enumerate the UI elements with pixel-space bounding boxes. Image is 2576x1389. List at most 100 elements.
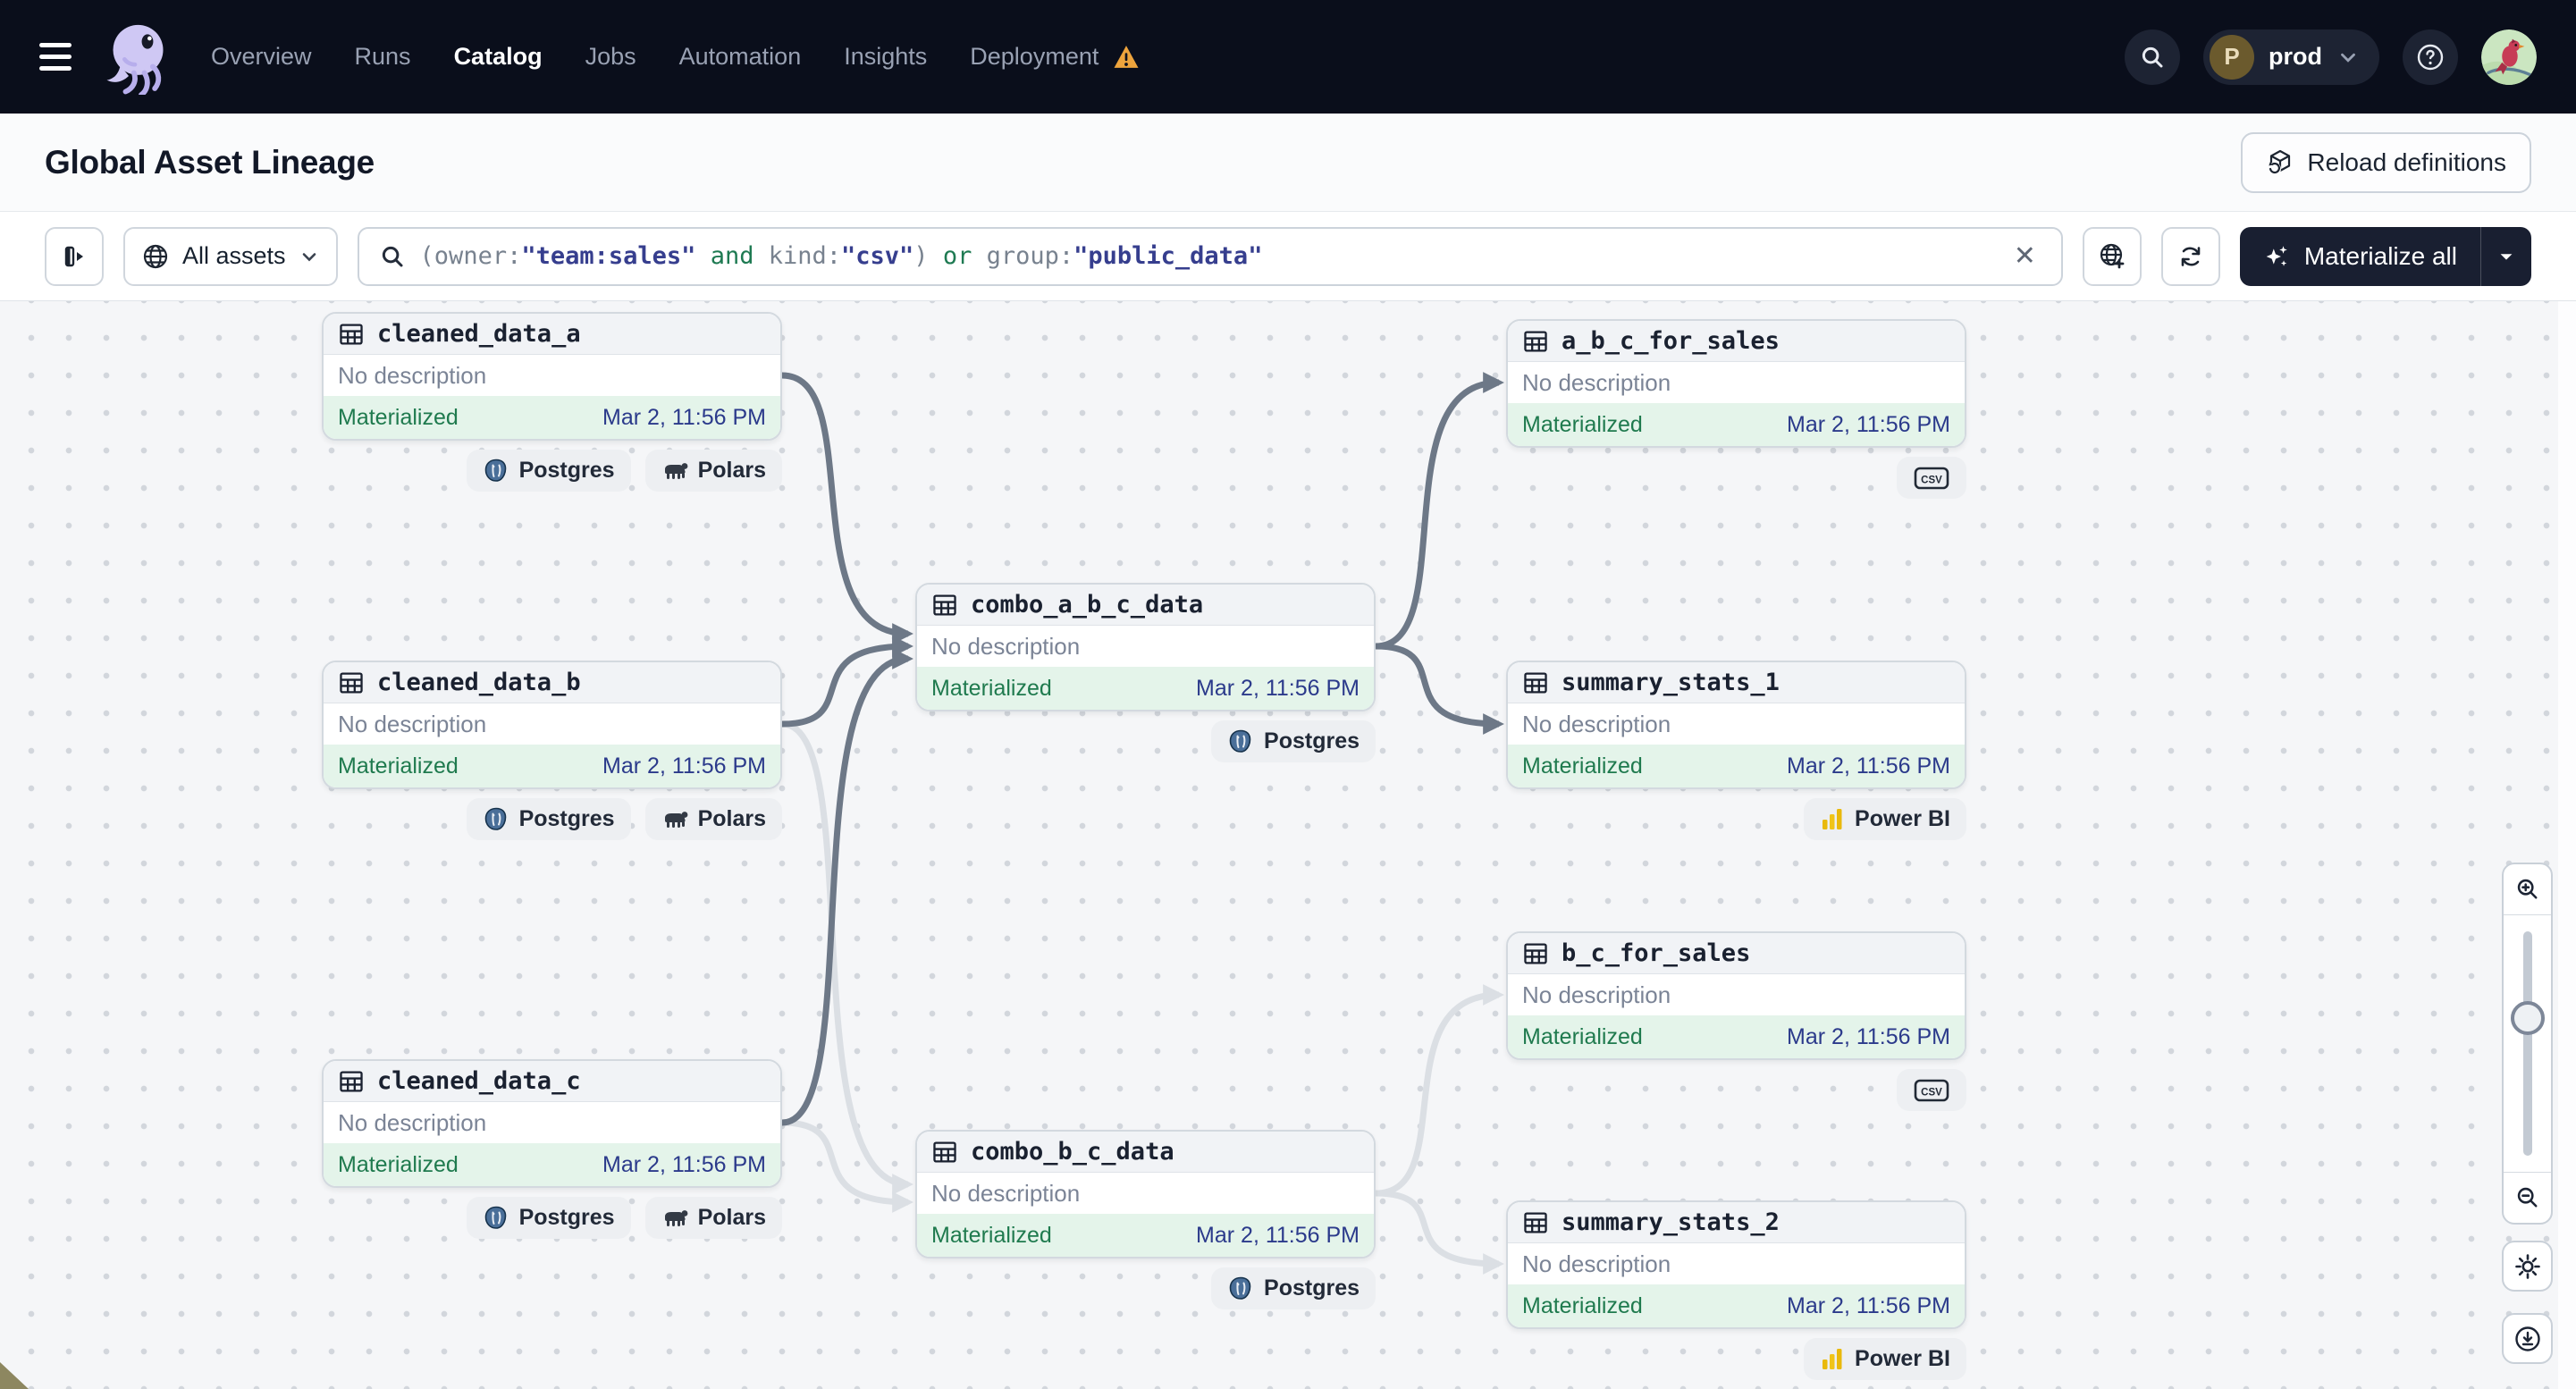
asset-node[interactable]: cleaned_data_a No description Materializ… [322,312,782,441]
asset-status-bar: Materialized Mar 2, 11:56 PM [324,1143,780,1186]
nav-link[interactable]: Insights [844,43,927,71]
refresh-icon [2181,246,2201,266]
toggle-sidebar-button[interactable] [45,226,104,286]
asset-node[interactable]: cleaned_data_c No description Materializ… [322,1059,782,1188]
kind-tag-csv[interactable]: CSV [1897,457,1966,499]
kind-tag-row: Postgres Polars [322,798,782,840]
asset-status-bar: Materialized Mar 2, 11:56 PM [1508,403,1965,446]
nav-link[interactable]: Runs [355,43,411,71]
nav-link[interactable]: Catalog [454,43,543,71]
asset-description: No description [1522,710,1671,737]
kind-tag-row: Postgres Polars [322,1197,782,1239]
zoom-slider-track[interactable] [2522,931,2532,1156]
kind-tag-postgres[interactable]: Postgres [466,798,631,840]
download-icon [2514,1326,2540,1351]
kind-tag-powerbi[interactable]: Power BI [1804,1338,1966,1380]
open-panel-icon [64,246,83,266]
kind-tag-polars[interactable]: Polars [644,1197,782,1239]
reload-definitions-button[interactable]: Reload definitions [2241,131,2531,193]
zoom-slider[interactable] [2504,915,2551,1172]
download-button[interactable] [2502,1313,2553,1364]
environment-initial: P [2210,34,2254,80]
hamburger-menu-icon[interactable] [39,43,79,71]
clear-filter-icon[interactable]: ✕ [2008,238,2041,275]
zoom-panel [2502,863,2553,1225]
materialize-all-button[interactable]: Materialize all [2240,227,2480,286]
new-asset-group-button[interactable] [2082,226,2142,286]
asset-node[interactable]: summary_stats_1 No description Materiali… [1506,661,1966,789]
kind-tag-row: CSV [1506,457,1966,499]
settings-button[interactable] [2502,1241,2553,1292]
asset-timestamp: Mar 2, 11:56 PM [602,404,766,430]
reload-definitions-icon [2268,149,2291,175]
zoom-out-button[interactable] [2504,1172,2551,1223]
asset-filter-input[interactable]: (owner:"team:sales" and kind:"csv") or g… [357,226,2063,286]
asset-timestamp: Mar 2, 11:56 PM [1196,1222,1360,1248]
search-button[interactable] [2125,29,2180,85]
zoom-slider-knob[interactable] [2510,1001,2545,1035]
kind-tag-row: Postgres [915,720,1376,762]
zoom-in-icon [2517,879,2537,899]
user-avatar[interactable] [2481,29,2537,85]
search-query[interactable]: (owner:"team:sales" and kind:"csv") or g… [420,242,1994,270]
asset-name: cleaned_data_a [377,320,581,348]
csv-icon: CSV [1914,1079,1949,1101]
svg-text:CSV: CSV [1921,1087,1942,1098]
dagster-logo[interactable] [104,20,179,95]
asset-status: Materialized [931,1222,1052,1248]
nav-link-label: Overview [211,43,312,70]
kind-tag-row: Power BI [1506,1338,1966,1380]
nav-link[interactable]: Overview [211,43,312,71]
environment-switcher[interactable]: P prod [2203,29,2379,85]
page-header: Global Asset Lineage Reload definitions [0,114,2576,212]
nav-link-label: Insights [844,43,928,70]
table-icon [1524,330,1547,352]
asset-node-header: summary_stats_2 [1508,1202,1965,1243]
asset-node[interactable]: cleaned_data_b No description Materializ… [322,661,782,789]
asset-status: Materialized [338,753,459,779]
refresh-button[interactable] [2160,226,2220,286]
asset-status-bar: Materialized Mar 2, 11:56 PM [1508,1015,1965,1058]
kind-tag-postgres[interactable]: Postgres [1211,1267,1376,1309]
polars-icon [664,462,687,479]
asset-node[interactable]: summary_stats_2 No description Materiali… [1506,1200,1966,1329]
asset-node[interactable]: b_c_for_sales No description Materialize… [1506,931,1966,1060]
help-button[interactable] [2403,29,2458,85]
asset-node[interactable]: a_b_c_for_sales No description Materiali… [1506,319,1966,448]
kind-tag-powerbi[interactable]: Power BI [1804,798,1966,840]
lineage-edge [1375,1190,1504,1275]
lineage-edge [781,1119,913,1213]
kind-tag-postgres[interactable]: Postgres [466,450,631,492]
kind-tag-row: CSV [1506,1069,1966,1111]
kind-tag-postgres[interactable]: Postgres [466,1197,631,1239]
lineage-edge [781,372,913,644]
asset-node[interactable]: combo_b_c_data No description Materializ… [915,1130,1376,1259]
kind-tag-row: Postgres Polars [322,450,782,492]
materialize-options-button[interactable] [2481,227,2531,286]
asset-status: Materialized [338,404,459,430]
lineage-edge [781,648,913,1126]
nav-link[interactable]: Deployment [970,43,1140,71]
nav-link-label: Deployment [970,43,1099,70]
table-icon [340,323,363,345]
kind-tag-polars[interactable]: Polars [644,798,782,840]
table-icon [933,593,956,616]
nav-link[interactable]: Automation [679,43,802,71]
zoom-in-button[interactable] [2504,864,2551,915]
nav-link[interactable]: Jobs [585,43,636,71]
kind-tag-polars[interactable]: Polars [644,450,782,492]
asset-status: Materialized [1522,1023,1643,1049]
asset-status-bar: Materialized Mar 2, 11:56 PM [324,396,780,439]
asset-node[interactable]: combo_a_b_c_data No description Material… [915,583,1376,711]
chevron-down-icon [2341,53,2355,63]
asset-description: No description [1522,368,1671,396]
asset-status: Materialized [1522,753,1643,779]
nav-link-label: Catalog [453,43,543,70]
table-icon [1524,671,1547,694]
kind-tag-postgres[interactable]: Postgres [1211,720,1376,762]
lineage-canvas[interactable]: cleaned_data_a No description Materializ… [0,301,2576,1389]
kind-tag-csv[interactable]: CSV [1897,1069,1966,1111]
table-icon [933,1141,956,1163]
asset-scope-dropdown[interactable]: All assets [123,226,338,286]
asset-status-bar: Materialized Mar 2, 11:56 PM [1508,1284,1965,1327]
